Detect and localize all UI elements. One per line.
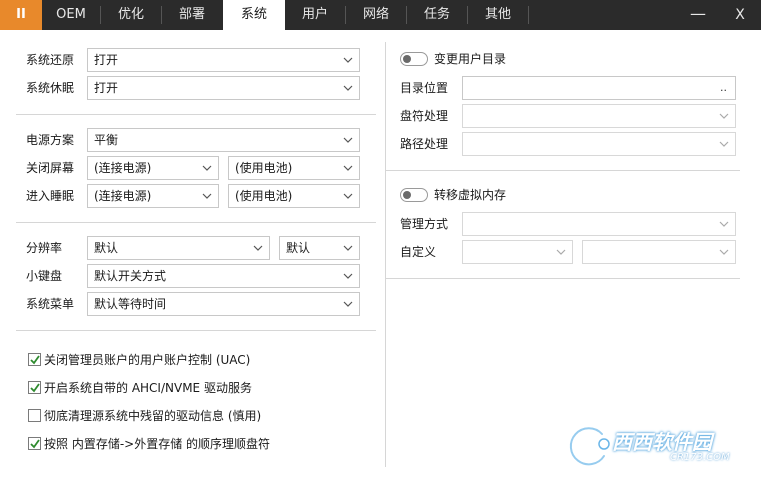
minimize-button[interactable]: — bbox=[682, 0, 714, 30]
tab-oem[interactable]: OEM bbox=[42, 0, 100, 30]
dir-location-input[interactable]: .. bbox=[462, 76, 736, 100]
watermark-logo-icon bbox=[567, 424, 610, 468]
chevron-down-icon bbox=[719, 241, 729, 263]
sleep-ac-select[interactable]: (连接电源) bbox=[87, 184, 219, 208]
toggle-knob bbox=[403, 55, 411, 63]
screen-off-label: 关闭屏幕 bbox=[26, 161, 75, 175]
screen-off-battery-select[interactable]: (使用电池) bbox=[228, 156, 360, 180]
ahci-checkbox-label: 开启系统自带的 AHCI/NVME 驱动服务 bbox=[44, 381, 252, 395]
refresh-rate-select[interactable]: 默认 bbox=[279, 236, 360, 260]
screen-off-ac-value: (连接电源) bbox=[94, 161, 152, 175]
screen-off-ac-select[interactable]: (连接电源) bbox=[87, 156, 219, 180]
user-dir-toggle-label: 变更用户目录 bbox=[434, 52, 507, 66]
virtual-memory-toggle-label: 转移虚拟内存 bbox=[434, 188, 507, 202]
custom-label: 自定义 bbox=[400, 245, 437, 259]
resolution-select[interactable]: 默认 bbox=[87, 236, 270, 260]
title-bar: II OEM 优化 部署 系统 用户 网络 任务 其他 — X bbox=[0, 0, 761, 30]
chevron-down-icon bbox=[719, 213, 729, 235]
chevron-down-icon bbox=[343, 49, 353, 71]
sleep-label: 进入睡眠 bbox=[26, 189, 75, 203]
drive-handling-select[interactable] bbox=[462, 104, 736, 128]
section-divider bbox=[16, 114, 376, 115]
custom-select-2[interactable] bbox=[582, 240, 736, 264]
dir-location-label: 目录位置 bbox=[400, 81, 449, 95]
system-restore-label: 系统还原 bbox=[26, 53, 75, 67]
system-hibernate-label: 系统休眠 bbox=[26, 81, 75, 95]
chevron-down-icon bbox=[343, 265, 353, 287]
tab-divider bbox=[528, 6, 529, 24]
drive-handling-label: 盘符处理 bbox=[400, 109, 449, 123]
system-menu-label: 系统菜单 bbox=[26, 297, 75, 311]
section-divider bbox=[16, 222, 376, 223]
section-divider bbox=[16, 330, 376, 331]
sleep-ac-value: (连接电源) bbox=[94, 189, 152, 203]
path-handling-select[interactable] bbox=[462, 132, 736, 156]
chevron-down-icon bbox=[343, 237, 353, 259]
watermark-subtext: CR173.COM bbox=[670, 452, 730, 463]
system-restore-select[interactable]: 打开 bbox=[87, 48, 360, 72]
drive-order-checkbox[interactable] bbox=[28, 437, 41, 450]
driver-clean-checkbox-label: 彻底清理源系统中残留的驱动信息 (慎用) bbox=[44, 409, 262, 423]
chevron-down-icon bbox=[343, 157, 353, 179]
tab-optimize[interactable]: 优化 bbox=[101, 0, 161, 30]
section-divider bbox=[386, 278, 740, 279]
chevron-down-icon bbox=[202, 157, 212, 179]
watermark: 西西软件园 CR173.COM bbox=[560, 422, 760, 470]
browse-button[interactable]: .. bbox=[720, 77, 727, 99]
keypad-value: 默认开关方式 bbox=[94, 269, 167, 283]
resolution-value: 默认 bbox=[94, 241, 119, 255]
chevron-down-icon bbox=[343, 185, 353, 207]
tab-user[interactable]: 用户 bbox=[285, 0, 345, 30]
manage-mode-label: 管理方式 bbox=[400, 217, 449, 231]
tab-task[interactable]: 任务 bbox=[407, 0, 467, 30]
uac-checkbox[interactable] bbox=[28, 353, 41, 366]
chevron-down-icon bbox=[253, 237, 263, 259]
sleep-battery-select[interactable]: (使用电池) bbox=[228, 184, 360, 208]
driver-clean-checkbox[interactable] bbox=[28, 409, 41, 422]
refresh-rate-value: 默认 bbox=[286, 241, 311, 255]
tab-system[interactable]: 系统 bbox=[223, 0, 285, 30]
resolution-label: 分辨率 bbox=[26, 241, 63, 255]
path-handling-label: 路径处理 bbox=[400, 137, 449, 151]
power-plan-value: 平衡 bbox=[94, 133, 119, 147]
ahci-checkbox[interactable] bbox=[28, 381, 41, 394]
chevron-down-icon bbox=[719, 105, 729, 127]
section-divider bbox=[386, 170, 740, 171]
chevron-down-icon bbox=[343, 129, 353, 151]
system-menu-select[interactable]: 默认等待时间 bbox=[87, 292, 360, 316]
system-restore-value: 打开 bbox=[94, 53, 119, 67]
keypad-label: 小键盘 bbox=[26, 269, 63, 283]
column-divider bbox=[385, 42, 386, 467]
screen-off-battery-value: (使用电池) bbox=[235, 161, 293, 175]
custom-select-1[interactable] bbox=[462, 240, 573, 264]
chevron-down-icon bbox=[719, 133, 729, 155]
close-button[interactable]: X bbox=[724, 0, 756, 30]
manage-mode-select[interactable] bbox=[462, 212, 736, 236]
system-menu-value: 默认等待时间 bbox=[94, 297, 167, 311]
keypad-select[interactable]: 默认开关方式 bbox=[87, 264, 360, 288]
pause-button[interactable]: II bbox=[0, 0, 42, 30]
tab-network[interactable]: 网络 bbox=[346, 0, 406, 30]
sleep-battery-value: (使用电池) bbox=[235, 189, 293, 203]
chevron-down-icon bbox=[343, 293, 353, 315]
power-plan-select[interactable]: 平衡 bbox=[87, 128, 360, 152]
drive-order-checkbox-label: 按照 内置存储->外置存储 的顺序理顺盘符 bbox=[44, 437, 271, 451]
system-hibernate-select[interactable]: 打开 bbox=[87, 76, 360, 100]
tab-other[interactable]: 其他 bbox=[468, 0, 528, 30]
chevron-down-icon bbox=[202, 185, 212, 207]
chevron-down-icon bbox=[556, 241, 566, 263]
uac-checkbox-label: 关闭管理员账户的用户账户控制 (UAC) bbox=[44, 353, 251, 367]
tab-deploy[interactable]: 部署 bbox=[162, 0, 222, 30]
system-hibernate-value: 打开 bbox=[94, 81, 119, 95]
power-plan-label: 电源方案 bbox=[26, 133, 75, 147]
watermark-text: 西西软件园 bbox=[612, 430, 712, 454]
virtual-memory-toggle[interactable] bbox=[400, 188, 428, 202]
toggle-knob bbox=[403, 191, 411, 199]
user-dir-toggle[interactable] bbox=[400, 52, 428, 66]
chevron-down-icon bbox=[343, 77, 353, 99]
